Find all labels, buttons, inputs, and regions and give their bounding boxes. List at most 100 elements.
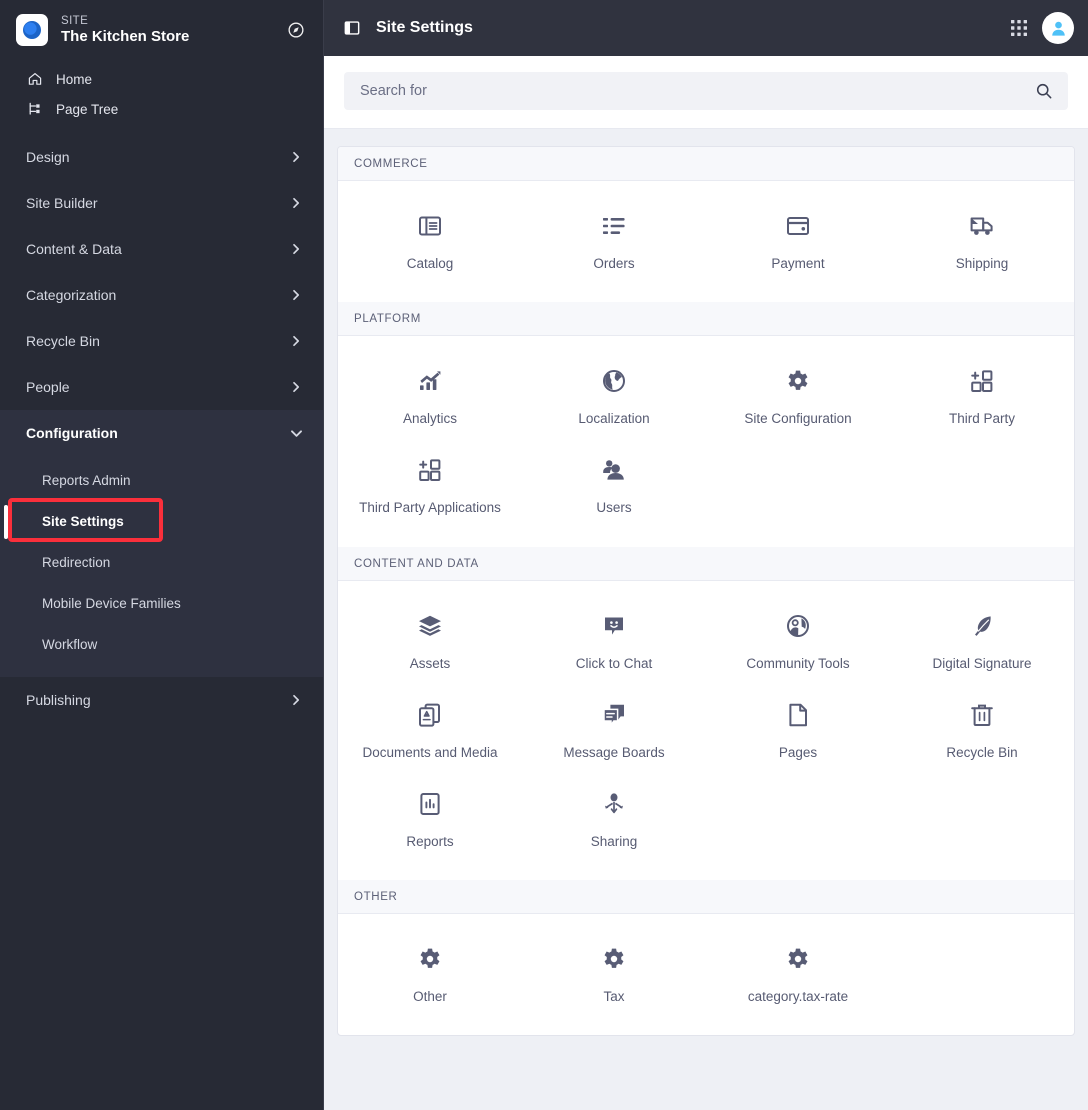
tile-documents-and-media[interactable]: Documents and Media — [338, 684, 522, 773]
tile-label: Click to Chat — [575, 655, 653, 671]
brand-eyebrow: SITE — [61, 14, 89, 27]
nav-label: Categorization — [26, 287, 117, 303]
search-bar-container — [324, 56, 1088, 129]
tile-label: Other — [413, 989, 447, 1005]
tile-label: Shipping — [955, 256, 1009, 271]
chevron-right-icon — [289, 380, 303, 394]
tile-digital-signature[interactable]: Digital Signature — [890, 595, 1074, 684]
nav-label: Content & Data — [26, 241, 122, 257]
sidebar-item-people[interactable]: People — [0, 364, 323, 410]
app-root: SITE The Kitchen Store Home Page Tree De… — [0, 0, 1088, 1110]
section-header-platform: PLATFORM — [338, 302, 1074, 337]
orders-list-icon — [597, 209, 631, 243]
chevron-down-icon — [289, 426, 303, 440]
tile-catalog[interactable]: Catalog — [338, 195, 522, 284]
feather-pen-icon — [965, 609, 999, 643]
tile-click-to-chat[interactable]: Click to Chat — [522, 595, 706, 684]
sidebar-item-page-tree[interactable]: Page Tree — [0, 94, 323, 124]
tile-localization[interactable]: Localization — [522, 350, 706, 439]
page-title: Site Settings — [376, 19, 473, 36]
tile-label: Third Party Applications — [359, 500, 501, 516]
main-content: Site Settings Search for COMMERCE Catalo… — [323, 0, 1088, 1110]
chevron-right-icon — [289, 150, 303, 164]
tile-label: Users — [596, 500, 632, 516]
section-header-other: OTHER — [338, 880, 1074, 915]
sidebar: SITE The Kitchen Store Home Page Tree De… — [0, 0, 323, 1110]
sidebar-item-site-settings[interactable]: Site Settings — [0, 501, 323, 542]
tile-label: Orders — [593, 256, 635, 271]
settings-scroll-area[interactable]: COMMERCE Catalog Orders Payment Shipping… — [324, 129, 1088, 1110]
quicklinks: Home Page Tree — [0, 56, 323, 134]
side-panel-icon[interactable] — [342, 18, 362, 38]
tile-third-party-applications[interactable]: Third Party Applications — [338, 439, 522, 528]
tile-label: Catalog — [406, 256, 454, 271]
sidebar-item-recycle-bin[interactable]: Recycle Bin — [0, 318, 323, 364]
tile-grid-platform: Analytics Localization Site Configuratio… — [338, 336, 1074, 546]
tile-label: Tax — [603, 989, 625, 1005]
tile-reports[interactable]: Reports — [338, 773, 522, 862]
sidebar-item-configuration[interactable]: Configuration — [0, 410, 323, 456]
gear-icon — [781, 942, 815, 976]
third-party-plus-icon — [965, 364, 999, 398]
tile-shipping[interactable]: Shipping — [890, 195, 1074, 284]
tile-category-tax-rate[interactable]: category.tax-rate — [706, 928, 890, 1017]
gear-icon — [413, 942, 447, 976]
tile-pages[interactable]: Pages — [706, 684, 890, 773]
nav-label: Design — [26, 149, 70, 165]
tile-orders[interactable]: Orders — [522, 195, 706, 284]
active-indicator-bar — [4, 504, 8, 539]
search-icon[interactable] — [1034, 81, 1054, 101]
sidebar-item-home[interactable]: Home — [0, 64, 323, 94]
page-tree-icon — [26, 101, 43, 118]
tile-third-party[interactable]: Third Party — [890, 350, 1074, 439]
sidebar-item-mobile-device-families[interactable]: Mobile Device Families — [0, 583, 323, 624]
tile-label: Sharing — [590, 833, 638, 849]
tile-analytics[interactable]: Analytics — [338, 350, 522, 439]
nav-label: Configuration — [26, 425, 118, 441]
tile-payment[interactable]: Payment — [706, 195, 890, 284]
tile-message-boards[interactable]: Message Boards — [522, 684, 706, 773]
tile-label: Analytics — [402, 411, 458, 427]
tile-users[interactable]: Users — [522, 439, 706, 528]
tile-tax[interactable]: Tax — [522, 928, 706, 1017]
tile-label: Assets — [409, 655, 451, 671]
tile-label: Third Party — [948, 411, 1016, 427]
tile-grid-content-and-data: Assets Click to Chat Community Tools Dig… — [338, 581, 1074, 881]
apps-grid-icon[interactable] — [1004, 13, 1034, 43]
gear-icon — [597, 942, 631, 976]
documents-media-icon — [413, 698, 447, 732]
sidebar-item-content-and-data[interactable]: Content & Data — [0, 226, 323, 272]
tile-label: category.tax-rate — [747, 989, 849, 1005]
community-tools-icon — [781, 609, 815, 643]
sidebar-item-reports-admin[interactable]: Reports Admin — [0, 460, 323, 501]
section-header-commerce: COMMERCE — [338, 147, 1074, 181]
compass-icon[interactable] — [285, 19, 307, 41]
tile-label: Digital Signature — [932, 655, 1032, 671]
sidebar-item-categorization[interactable]: Categorization — [0, 272, 323, 318]
tile-community-tools[interactable]: Community Tools — [706, 595, 890, 684]
sidebar-item-workflow[interactable]: Workflow — [0, 624, 323, 665]
sidebar-item-label: Page Tree — [56, 101, 119, 117]
search-input[interactable] — [360, 83, 1034, 99]
tile-sharing[interactable]: Sharing — [522, 773, 706, 862]
liferay-circle-logo-icon — [16, 14, 48, 46]
sidebar-item-redirection[interactable]: Redirection — [0, 542, 323, 583]
tile-site-configuration[interactable]: Site Configuration — [706, 350, 890, 439]
chevron-right-icon — [289, 196, 303, 210]
tile-other[interactable]: Other — [338, 928, 522, 1017]
search-box[interactable] — [344, 72, 1068, 110]
tile-label: Recycle Bin — [946, 744, 1018, 760]
configuration-submenu: Reports Admin Site Settings Redirection … — [0, 456, 323, 677]
sidebar-item-site-builder[interactable]: Site Builder — [0, 180, 323, 226]
tile-recycle-bin[interactable]: Recycle Bin — [890, 684, 1074, 773]
tile-assets[interactable]: Assets — [338, 595, 522, 684]
tile-placeholder — [890, 928, 1074, 1017]
catalog-icon — [413, 209, 447, 243]
nav-label: Publishing — [26, 692, 91, 708]
site-brand[interactable]: SITE The Kitchen Store — [0, 0, 323, 56]
globe-icon — [597, 364, 631, 398]
sidebar-item-publishing[interactable]: Publishing — [0, 677, 323, 723]
user-avatar-icon[interactable] — [1042, 12, 1074, 44]
sidebar-item-design[interactable]: Design — [0, 134, 323, 180]
sharing-node-icon — [597, 787, 631, 821]
